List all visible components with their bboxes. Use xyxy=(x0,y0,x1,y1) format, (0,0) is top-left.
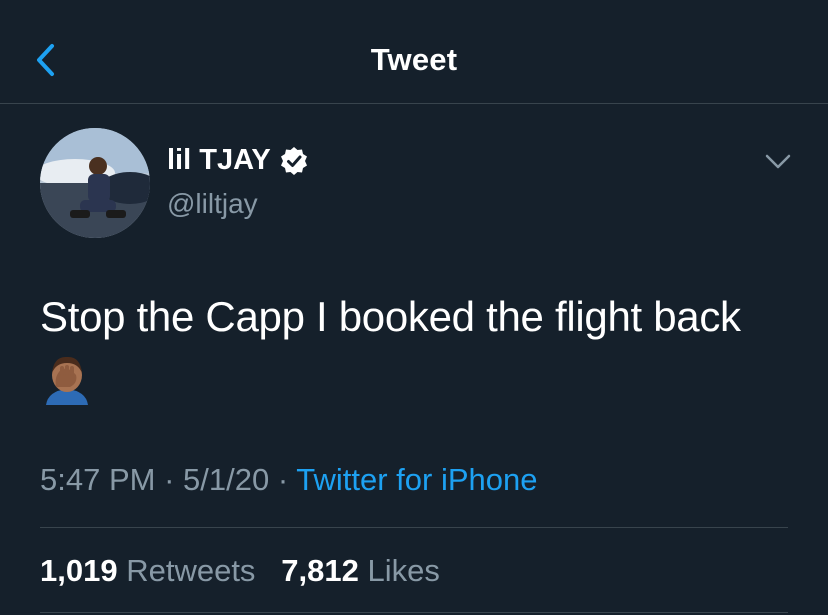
author-display-name[interactable]: lil TJAY xyxy=(167,144,271,177)
meta-separator: · xyxy=(164,462,175,497)
tweet-stats: 1,019 Retweets 7,812 Likes xyxy=(40,553,440,589)
face-palm-emoji xyxy=(46,356,88,405)
avatar[interactable] xyxy=(40,128,150,238)
likes-label: Likes xyxy=(367,553,440,588)
tweet-text: Stop the Capp I booked the flight back xyxy=(40,293,741,340)
meta-separator: · xyxy=(277,462,289,497)
tweet-date: 5/1/20 xyxy=(183,462,270,497)
avatar-image xyxy=(40,128,150,238)
divider xyxy=(40,527,788,528)
verified-badge-icon xyxy=(280,146,307,175)
tweet-time: 5:47 PM xyxy=(40,462,156,497)
retweets-label: Retweets xyxy=(126,553,256,588)
divider xyxy=(40,612,788,613)
retweets-count: 1,019 xyxy=(40,553,118,588)
likes-stat[interactable]: 7,812 Likes xyxy=(281,553,440,588)
likes-count: 7,812 xyxy=(281,553,359,588)
retweets-stat[interactable]: 1,019 Retweets xyxy=(40,553,255,588)
author-name-row: lil TJAY xyxy=(167,144,309,177)
tweet-meta: 5:47 PM · 5/1/20 · Twitter for iPhone xyxy=(40,462,537,498)
tweet-source-link[interactable]: Twitter for iPhone xyxy=(296,462,537,497)
chevron-down-icon[interactable] xyxy=(762,150,794,174)
top-bar: Tweet xyxy=(0,0,828,104)
author-handle[interactable]: @liltjay xyxy=(167,188,258,220)
page-title: Tweet xyxy=(370,42,458,77)
